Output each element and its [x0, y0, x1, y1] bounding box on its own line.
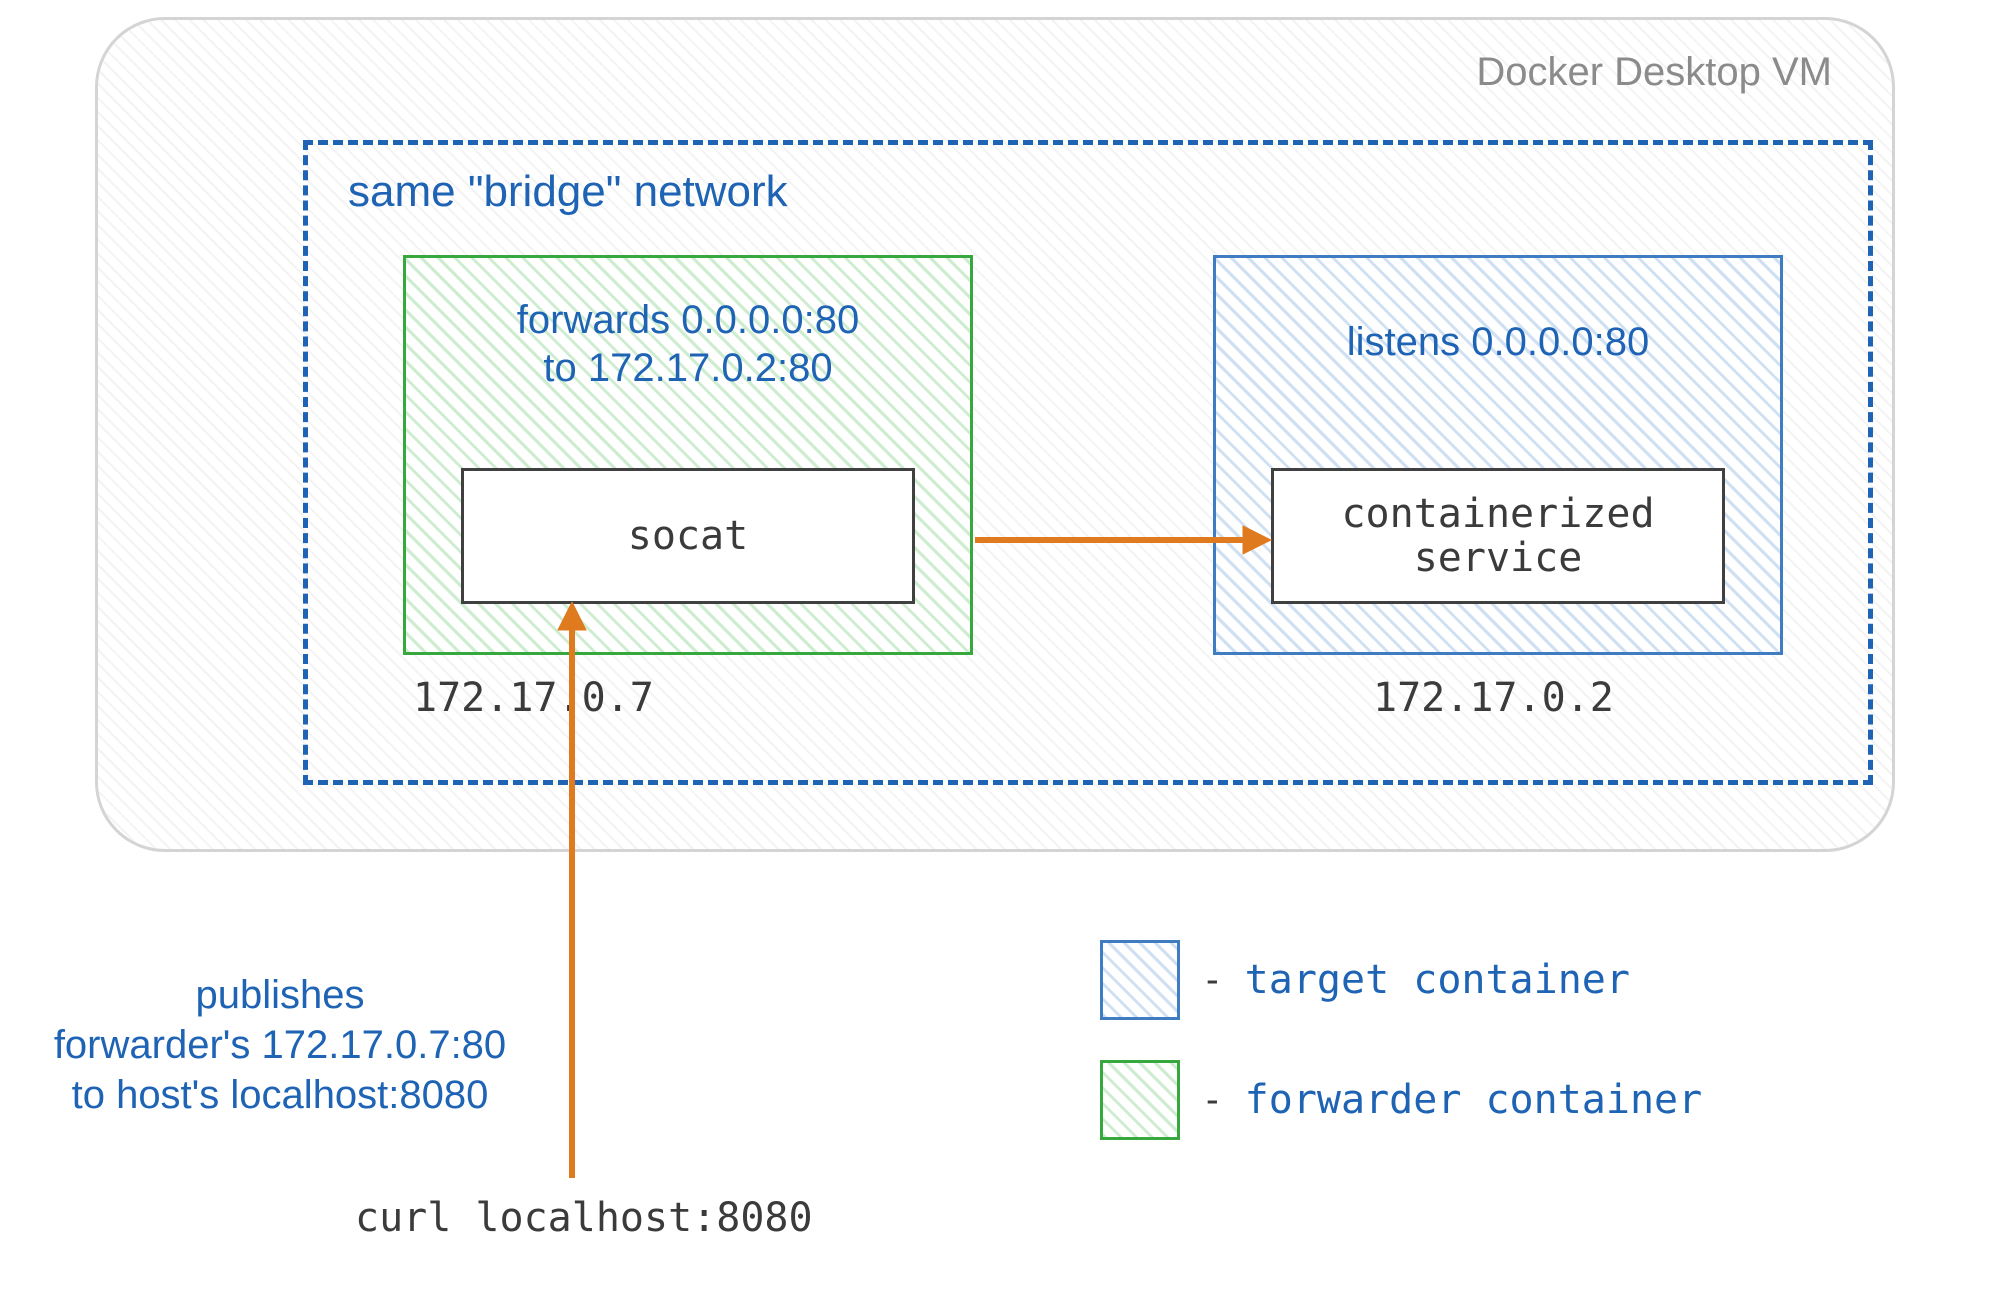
- curl-command: curl localhost:8080: [355, 1195, 813, 1241]
- publish-line3: to host's localhost:8080: [72, 1073, 489, 1117]
- target-ip: 172.17.0.2: [1373, 675, 1614, 721]
- diagram-root: Docker Desktop VM same "bridge" network …: [0, 0, 2000, 1312]
- bridge-title: same "bridge" network: [348, 167, 788, 217]
- forwarder-desc: forwards 0.0.0.0:80 to 172.17.0.2:80: [406, 258, 970, 392]
- forwarder-desc-line2: to 172.17.0.2:80: [543, 346, 832, 390]
- bridge-network-box: same "bridge" network forwards 0.0.0.0:8…: [303, 140, 1873, 785]
- forwarder-container: forwards 0.0.0.0:80 to 172.17.0.2:80 soc…: [403, 255, 973, 655]
- legend-target-label: target container: [1245, 957, 1630, 1003]
- target-process-box: containerized service: [1271, 468, 1725, 604]
- legend-forwarder-label: forwarder container: [1245, 1077, 1703, 1123]
- forwarder-ip: 172.17.0.7: [413, 675, 654, 721]
- publish-caption: publishes forwarder's 172.17.0.7:80 to h…: [0, 970, 560, 1120]
- publish-line2: forwarder's 172.17.0.7:80: [54, 1023, 506, 1067]
- forwarder-process-label: socat: [628, 514, 748, 558]
- vm-box: Docker Desktop VM same "bridge" network …: [95, 17, 1895, 852]
- forwarder-desc-line1: forwards 0.0.0.0:80: [517, 298, 859, 342]
- legend-target: - target container: [1100, 940, 1630, 1020]
- target-container: listens 0.0.0.0:80 containerized service: [1213, 255, 1783, 655]
- forwarder-process-box: socat: [461, 468, 915, 604]
- legend-dash: -: [1206, 1079, 1219, 1122]
- target-desc: listens 0.0.0.0:80: [1216, 258, 1780, 366]
- legend-swatch-target: [1100, 940, 1180, 1020]
- legend-forwarder: - forwarder container: [1100, 1060, 1702, 1140]
- legend-swatch-forwarder: [1100, 1060, 1180, 1140]
- publish-line1: publishes: [195, 973, 364, 1017]
- legend-dash: -: [1206, 959, 1219, 1002]
- arrow-forwarder-to-target: [973, 520, 1273, 560]
- vm-title: Docker Desktop VM: [1476, 50, 1832, 95]
- target-process-label: containerized service: [1341, 492, 1654, 580]
- target-desc-line1: listens 0.0.0.0:80: [1347, 320, 1649, 364]
